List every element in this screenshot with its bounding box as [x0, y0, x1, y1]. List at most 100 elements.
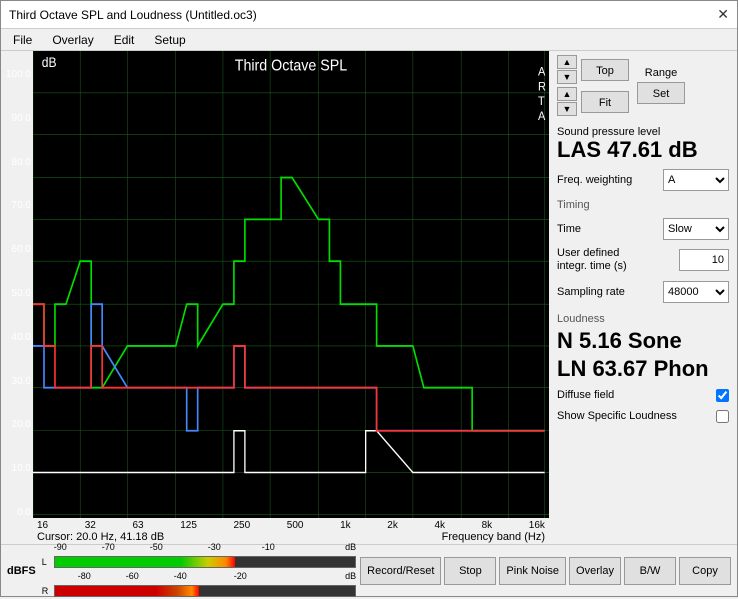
bw-button[interactable]: B/W [624, 557, 676, 585]
time-row: Time Slow Fast Impulse [557, 218, 729, 240]
fit-up-btn[interactable]: ▲ [557, 87, 577, 101]
top-down-btn[interactable]: ▼ [557, 70, 577, 84]
r-label: R [42, 586, 52, 596]
svg-text:Third Octave SPL: Third Octave SPL [235, 57, 347, 75]
loudness-label: Loudness [557, 313, 729, 325]
time-dropdown[interactable]: Slow Fast Impulse [663, 218, 729, 240]
fit-arrows: ▲ ▼ [557, 87, 577, 116]
l-label: L [42, 557, 52, 567]
x-label-63: 63 [132, 520, 143, 531]
freq-band-label: Frequency band (Hz) [442, 531, 545, 543]
user-defined-label: User definedintegr. time (s) [557, 247, 627, 273]
scale-neg40: -40 [174, 571, 187, 581]
range-label: Range [645, 67, 677, 79]
top-fit-group: ▲ ▼ Top ▲ ▼ Fit [557, 55, 629, 116]
scale-neg60: -60 [126, 571, 139, 581]
main-content: 100.0 90.0 80.0 70.0 60.0 50.0 40.0 30.0… [1, 51, 737, 544]
title-bar: Third Octave SPL and Loudness (Untitled.… [1, 1, 737, 29]
time-label: Time [557, 223, 581, 235]
diffuse-field-row: Diffuse field [557, 389, 729, 402]
scale-db-top: dB [345, 542, 356, 552]
l-meter-fill [55, 557, 235, 567]
x-label-250: 250 [234, 520, 251, 531]
scale-neg20: -20 [234, 571, 247, 581]
menu-overlay[interactable]: Overlay [48, 32, 97, 48]
set-button[interactable]: Set [637, 82, 685, 104]
spl-section: Sound pressure level LAS 47.61 dB [557, 124, 729, 162]
x-label-4k: 4k [434, 520, 445, 531]
bottom-bar: dBFS -90 -70 -50 -30 -10 dB L -80 [1, 544, 737, 596]
sampling-rate-label: Sampling rate [557, 286, 625, 298]
y-label-60: 60.0 [1, 244, 31, 255]
stop-button[interactable]: Stop [444, 557, 496, 585]
main-window: Third Octave SPL and Loudness (Untitled.… [0, 0, 738, 597]
sampling-rate-row: Sampling rate 48000 44100 96000 [557, 281, 729, 303]
record-reset-button[interactable]: Record/Reset [360, 557, 441, 585]
fit-down-btn[interactable]: ▼ [557, 102, 577, 116]
svg-text:A: A [538, 109, 546, 123]
x-axis-labels: 16 32 63 125 250 500 1k 2k 4k 8k 16k [37, 519, 545, 531]
level-meter: -90 -70 -50 -30 -10 dB L -80 -60 -40 -20 [42, 542, 356, 599]
chart-inner: 100.0 90.0 80.0 70.0 60.0 50.0 40.0 30.0… [1, 51, 549, 518]
y-label-70: 70.0 [1, 200, 31, 211]
y-label-90: 90.0 [1, 113, 31, 124]
diffuse-field-label: Diffuse field [557, 389, 614, 401]
r-meter-bar [54, 585, 356, 597]
show-specific-label: Show Specific Loudness [557, 410, 677, 422]
x-label-8k: 8k [482, 520, 493, 531]
scale-neg10: -10 [262, 542, 275, 552]
svg-text:T: T [538, 95, 545, 109]
chart-svg-wrap: Third Octave SPL dB A R T A [33, 51, 549, 518]
menu-setup[interactable]: Setup [150, 32, 189, 48]
fit-button[interactable]: Fit [581, 91, 629, 113]
y-label-80: 80.0 [1, 157, 31, 168]
y-axis-labels: 100.0 90.0 80.0 70.0 60.0 50.0 40.0 30.0… [1, 51, 33, 518]
show-specific-checkbox[interactable] [716, 410, 729, 423]
y-label-50: 50.0 [1, 288, 31, 299]
freq-weighting-row: Freq. weighting A B C Z [557, 169, 729, 191]
freq-weighting-dropdown[interactable]: A B C Z [663, 169, 729, 191]
window-title: Third Octave SPL and Loudness (Untitled.… [9, 8, 257, 22]
fit-row: ▲ ▼ Fit [557, 87, 629, 116]
bottom-buttons: Record/Reset Stop Pink Noise Overlay B/W… [360, 557, 731, 585]
chart-svg: Third Octave SPL dB A R T A [33, 51, 549, 518]
y-label-10: 10.0 [1, 463, 31, 474]
loudness-ln-value: LN 63.67 Phon [557, 357, 729, 381]
x-label-1k: 1k [340, 520, 351, 531]
x-label-32: 32 [85, 520, 96, 531]
overlay-button[interactable]: Overlay [569, 557, 621, 585]
l-meter-bar [54, 556, 356, 568]
diffuse-field-checkbox[interactable] [716, 389, 729, 402]
l-meter-row: L [42, 554, 356, 570]
svg-text:A: A [538, 65, 546, 79]
scale-db-bottom: dB [345, 571, 356, 581]
pink-noise-button[interactable]: Pink Noise [499, 557, 566, 585]
x-label-16k: 16k [529, 520, 545, 531]
dbfs-label: dBFS [7, 565, 36, 577]
right-panel: ▲ ▼ Top ▲ ▼ Fit Range [549, 51, 737, 544]
svg-text:dB: dB [42, 54, 57, 70]
y-label-100: 100.0 [1, 69, 31, 80]
menu-file[interactable]: File [9, 32, 36, 48]
y-label-30: 30.0 [1, 376, 31, 387]
close-button[interactable]: ✕ [717, 6, 729, 23]
sampling-rate-dropdown[interactable]: 48000 44100 96000 [663, 281, 729, 303]
svg-text:R: R [538, 80, 546, 94]
top-button[interactable]: Top [581, 59, 629, 81]
top-up-btn[interactable]: ▲ [557, 55, 577, 69]
show-specific-row: Show Specific Loudness [557, 410, 729, 423]
r-meter-fill [55, 586, 199, 596]
y-label-20: 20.0 [1, 419, 31, 430]
scale-neg30: -30 [208, 542, 221, 552]
scale-neg70: -70 [102, 542, 115, 552]
copy-button[interactable]: Copy [679, 557, 731, 585]
x-label-125: 125 [180, 520, 197, 531]
scale-neg50: -50 [150, 542, 163, 552]
menu-edit[interactable]: Edit [110, 32, 139, 48]
top-arrows: ▲ ▼ [557, 55, 577, 84]
below-chart: 16 32 63 125 250 500 1k 2k 4k 8k 16k Cur… [1, 518, 549, 544]
top-row: ▲ ▼ Top [557, 55, 629, 84]
user-defined-row: User definedintegr. time (s) [557, 247, 729, 273]
user-defined-input[interactable] [679, 249, 729, 271]
y-label-40: 40.0 [1, 332, 31, 343]
